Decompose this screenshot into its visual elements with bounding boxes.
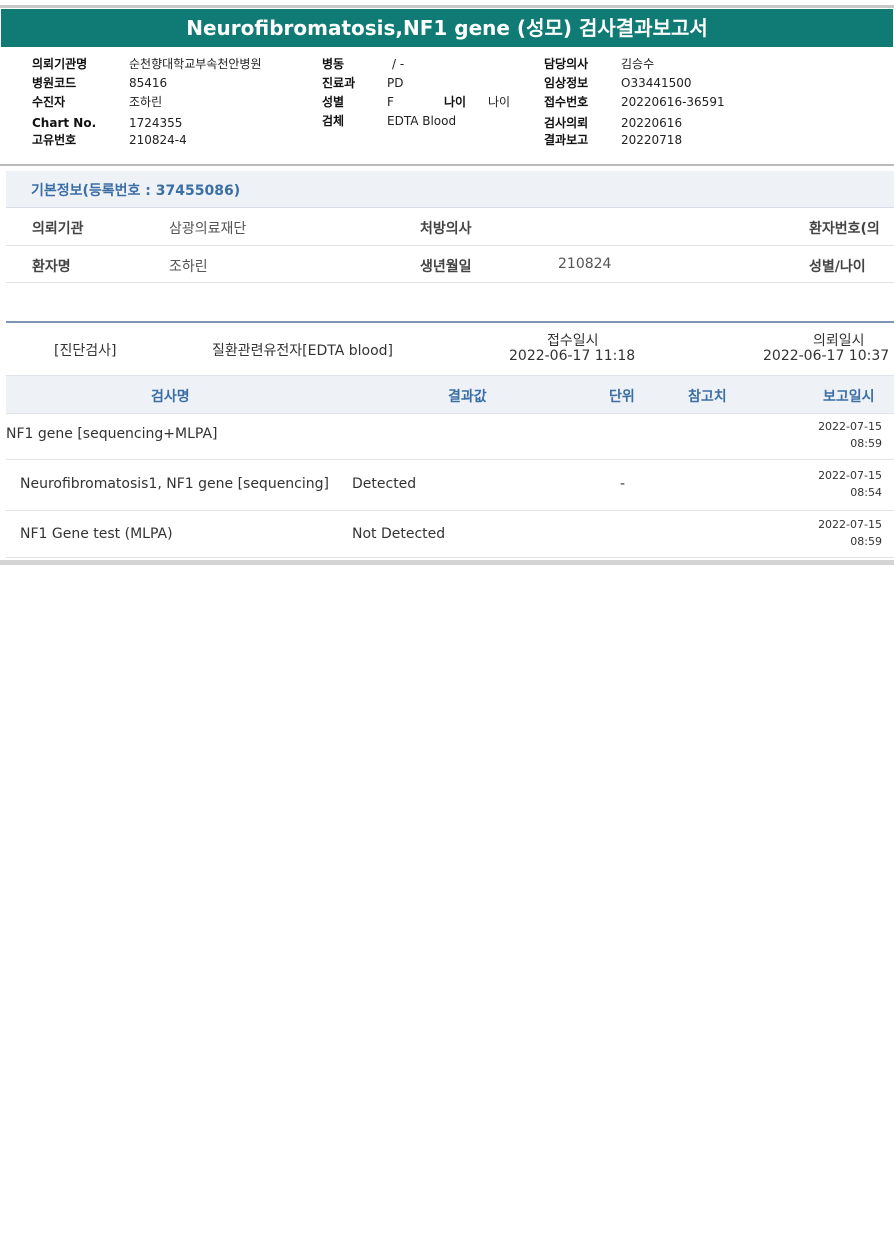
value-chart-no: 1724355 <box>129 116 183 130</box>
table-row: Neurofibromatosis1, NF1 gene [sequencing… <box>6 460 894 511</box>
basic-info-row-1: 의뢰기관 삼광의료재단 처방의사 환자번호(의 <box>6 208 894 246</box>
value-hospital-code: 85416 <box>129 76 168 90</box>
label-sex: 성별 <box>322 95 345 109</box>
value-patient: 조하린 <box>129 95 163 109</box>
label-patient-name: 환자명 <box>32 259 71 275</box>
label-hospital-code: 병원코드 <box>32 76 77 90</box>
cell-report-time: 08:59 <box>850 535 882 548</box>
cell-report-date: 2022-07-15 <box>818 469 882 482</box>
value-age: 나이 <box>488 95 511 109</box>
basic-info-row-2: 환자명 조하린 생년월일 210824 성별/나이 <box>6 246 894 283</box>
value-institution: 순천향대학교부속천안병원 <box>129 57 262 71</box>
label-doctor: 담당의사 <box>544 57 589 71</box>
header-result: 결과값 <box>448 389 487 405</box>
header-test-name: 검사명 <box>151 389 190 405</box>
label-chart-no: Chart No. <box>32 116 97 130</box>
value-patient-name: 조하린 <box>169 259 208 275</box>
report-title: Neurofibromatosis,NF1 gene (성모) 검사결과보고서 <box>1 9 893 47</box>
header-report-time: 보고일시 <box>823 389 875 405</box>
label-received-at: 접수일시 <box>547 333 599 349</box>
value-test-request: 20220616 <box>621 116 683 130</box>
summary-category: [진단검사] <box>54 343 117 359</box>
table-row: NF1 gene [sequencing+MLPA] 2022-07-15 08… <box>6 413 894 460</box>
value-receipt-no: 20220616-36591 <box>621 95 725 109</box>
value-unique-no: 210824-4 <box>129 133 187 147</box>
label-receipt-no: 접수번호 <box>544 95 589 109</box>
label-result-report: 결과보고 <box>544 133 589 147</box>
cell-test-name: NF1 Gene test (MLPA) <box>20 526 173 542</box>
label-unique-no: 고유번호 <box>32 133 77 147</box>
cell-result: Not Detected <box>352 526 446 542</box>
label-patient-number: 환자번호(의 <box>809 221 880 237</box>
table-row: NF1 Gene test (MLPA) Not Detected 2022-0… <box>6 511 894 558</box>
value-requesting-institution: 삼광의료재단 <box>169 221 247 237</box>
top-border <box>0 5 894 8</box>
bottom-border <box>0 560 894 565</box>
summary-test-group: 질환관련유전자[EDTA blood] <box>212 343 393 359</box>
label-prescribing-doctor: 처방의사 <box>420 221 472 237</box>
value-doctor: 김승수 <box>621 57 655 71</box>
value-clinical-info: O33441500 <box>621 76 692 90</box>
cell-test-name: NF1 gene [sequencing+MLPA] <box>6 426 218 442</box>
results-table-header: 검사명 결과값 단위 참고치 보고일시 <box>6 375 894 414</box>
label-institution: 의뢰기관명 <box>32 57 88 71</box>
header-unit: 단위 <box>609 389 635 405</box>
cell-test-name: Neurofibromatosis1, NF1 gene [sequencing… <box>20 476 329 492</box>
value-result-report: 20220718 <box>621 133 683 147</box>
label-requesting-institution: 의뢰기관 <box>32 221 84 237</box>
label-birth-date: 생년월일 <box>420 259 472 275</box>
header-reference: 참고치 <box>688 389 727 405</box>
cell-unit: - <box>620 476 626 492</box>
cell-report-time: 08:54 <box>850 486 882 499</box>
value-birth-date: 210824 <box>558 256 612 272</box>
value-ward: / - <box>392 57 405 71</box>
cell-report-date: 2022-07-15 <box>818 420 882 433</box>
value-received-at: 2022-06-17 11:18 <box>509 348 636 364</box>
label-clinical-info: 임상정보 <box>544 76 589 90</box>
cell-report-time: 08:59 <box>850 437 882 450</box>
label-age: 나이 <box>444 95 467 109</box>
basic-info-header: 기본정보(등록번호 : 37455086) <box>6 171 894 208</box>
label-test-request: 검사의뢰 <box>544 116 589 130</box>
cell-report-date: 2022-07-15 <box>818 518 882 531</box>
label-patient: 수진자 <box>32 95 66 109</box>
summary-divider <box>6 321 894 323</box>
label-sex-age: 성별/나이 <box>809 259 866 275</box>
value-sex: F <box>387 95 394 109</box>
value-department: PD <box>387 76 404 90</box>
value-requested-at: 2022-06-17 10:37 <box>763 348 890 364</box>
label-specimen: 검체 <box>322 114 345 128</box>
label-requested-at: 의뢰일시 <box>813 333 865 349</box>
label-department: 진료과 <box>322 76 356 90</box>
basic-info-title: 기본정보(등록번호 : 37455086) <box>31 183 241 199</box>
header-divider <box>0 164 894 166</box>
cell-result: Detected <box>352 476 417 492</box>
value-specimen: EDTA Blood <box>387 114 457 128</box>
label-ward: 병동 <box>322 57 345 71</box>
